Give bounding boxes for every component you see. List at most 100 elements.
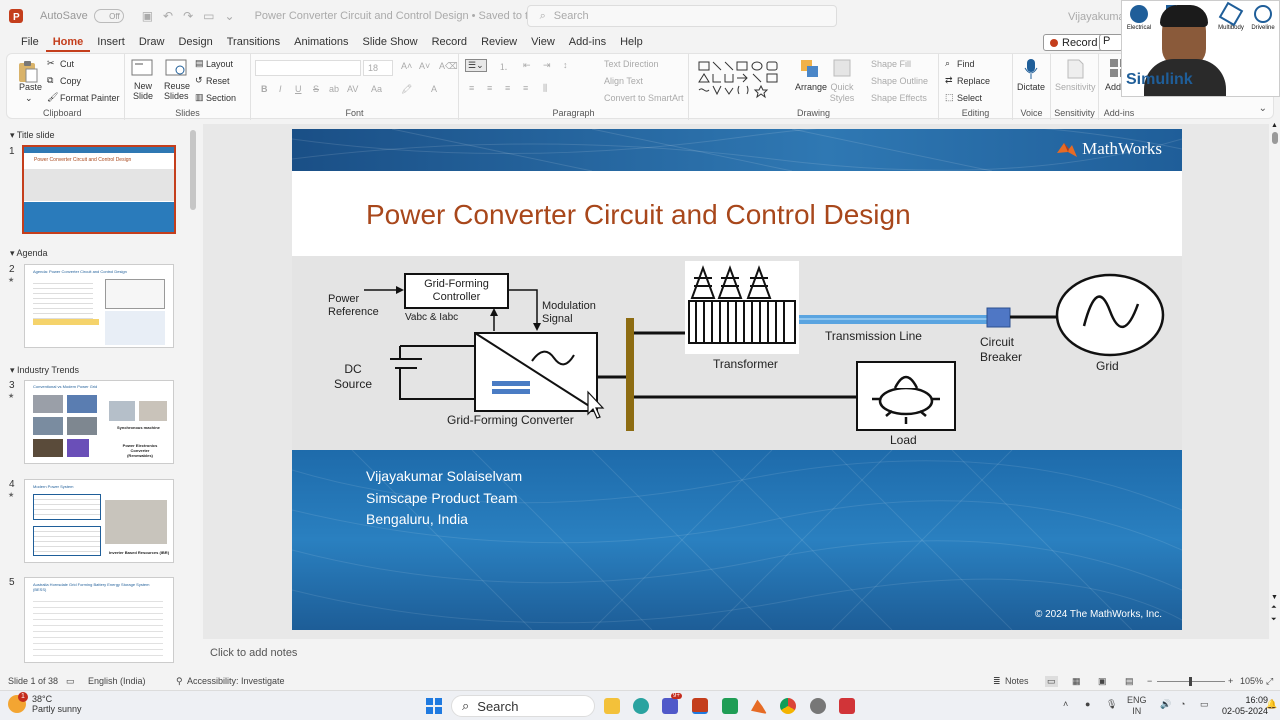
redo-icon[interactable]: ↷	[183, 9, 193, 23]
taskbar-search[interactable]: ⌕ Search	[451, 695, 595, 717]
zoom-out-icon[interactable]: −	[1147, 676, 1152, 686]
show-hidden-icons[interactable]: ˄	[1063, 699, 1068, 709]
tab-file[interactable]: File	[14, 32, 46, 52]
file-explorer-icon[interactable]	[604, 698, 620, 714]
reuse-slides-icon[interactable]	[165, 58, 187, 78]
paste-dropdown-icon[interactable]: ⌄	[25, 93, 33, 104]
new-slide-button[interactable]: New Slide	[132, 81, 154, 101]
bullets-icon[interactable]: ☰⌄	[465, 59, 487, 72]
tab-record[interactable]: Record	[425, 32, 474, 52]
arrange-button[interactable]: Arrange	[795, 82, 827, 92]
replace-button[interactable]: Replace	[957, 76, 990, 86]
power-converter-diagram[interactable]: Power Reference Grid-Forming Controller …	[292, 256, 1182, 450]
section-header-title-slide[interactable]: ▾ Title slide	[10, 130, 55, 141]
font-color-icon[interactable]: A	[431, 84, 437, 94]
section-header-industry-trends[interactable]: ▾ Industry Trends	[10, 365, 79, 376]
current-slide[interactable]: MathWorks Power Converter Circuit and Co…	[292, 129, 1182, 630]
highlight-icon[interactable]: 🖍	[401, 84, 412, 95]
convert-smartart-button[interactable]: Convert to SmartArt	[604, 93, 684, 103]
start-from-beginning-icon[interactable]: ▭	[203, 9, 214, 23]
fit-slide-icon[interactable]: ⤢	[1266, 676, 1273, 687]
italic-icon[interactable]: I	[279, 84, 282, 94]
collapse-ribbon-icon[interactable]: ⌄	[1259, 103, 1267, 114]
zoom-in-icon[interactable]: +	[1228, 676, 1233, 686]
excel-like-icon[interactable]	[722, 698, 738, 714]
underline-icon[interactable]: U	[295, 84, 302, 94]
search-box[interactable]: ⌕ Search	[526, 5, 837, 27]
decrease-indent-icon[interactable]: ⇤	[523, 60, 531, 71]
section-header-agenda[interactable]: ▾ Agenda	[10, 248, 48, 259]
copy-button[interactable]: Copy	[60, 76, 81, 86]
slide-sorter-icon[interactable]: ▦	[1072, 676, 1081, 687]
numbering-icon[interactable]: ⒈	[499, 60, 508, 73]
change-case-icon[interactable]: Aa	[371, 84, 382, 94]
zoom-slider-thumb[interactable]	[1189, 677, 1192, 686]
customize-qat-icon[interactable]: ⌄	[225, 9, 235, 23]
increase-indent-icon[interactable]: ⇥	[543, 60, 551, 71]
language-indicator[interactable]: English (India)	[88, 676, 146, 686]
presenter-team[interactable]: Simscape Product Team	[366, 490, 517, 506]
slide-thumbnail-2[interactable]: Agenda: Power Converter Circuit and Cont…	[24, 264, 174, 348]
arrange-icon[interactable]	[799, 58, 821, 80]
cut-button[interactable]: Cut	[60, 59, 74, 69]
slide-thumbnail-5[interactable]: Australia Hornsdale Grid Forming Battery…	[24, 577, 174, 663]
tab-insert[interactable]: Insert	[90, 32, 132, 52]
layout-button[interactable]: Layout	[206, 59, 233, 69]
tab-design[interactable]: Design	[171, 32, 219, 52]
font-name-box[interactable]	[255, 60, 361, 76]
quick-styles-icon[interactable]	[832, 58, 852, 78]
reuse-slides-button[interactable]: Reuse Slides	[164, 81, 190, 101]
tab-draw[interactable]: Draw	[132, 32, 172, 52]
scroll-up-icon[interactable]: ▲	[1271, 122, 1278, 129]
previous-slide-icon[interactable]: ⏶	[1271, 604, 1277, 612]
shadow-icon[interactable]: ab	[329, 84, 339, 94]
reading-view-icon[interactable]: ▣	[1098, 676, 1107, 687]
paste-icon[interactable]	[17, 60, 39, 84]
next-slide-icon[interactable]: ⏷	[1271, 616, 1277, 624]
clear-formatting-icon[interactable]: A⌫	[439, 61, 458, 72]
wifi-icon[interactable]: ◔	[1180, 699, 1185, 709]
bold-icon[interactable]: B	[261, 84, 268, 94]
tab-add-ins[interactable]: Add-ins	[562, 32, 613, 52]
text-direction-button[interactable]: Text Direction	[604, 59, 659, 69]
save-icon[interactable]: ▣	[142, 9, 153, 23]
find-button[interactable]: Find	[957, 59, 975, 69]
select-button[interactable]: Select	[957, 93, 982, 103]
slide-thumbnail-3[interactable]: Conventional vs Modern Power Grid Synchr…	[24, 380, 174, 464]
network-app-icon[interactable]: ●	[1085, 699, 1090, 709]
microphone-tray-icon[interactable]: 🎙	[1106, 699, 1117, 710]
settings-gear-icon[interactable]	[810, 698, 826, 714]
scroll-down-icon[interactable]: ▼	[1271, 594, 1278, 601]
align-text-button[interactable]: Align Text	[604, 76, 643, 86]
shape-outline-button[interactable]: Shape Outline	[871, 76, 928, 86]
undo-icon[interactable]: ↶	[163, 9, 173, 23]
microphone-icon[interactable]	[1023, 58, 1039, 80]
tab-slide-show[interactable]: Slide Show	[356, 32, 425, 52]
powerpoint-taskbar-icon[interactable]	[692, 698, 708, 714]
autosave-switch[interactable]: Off	[93, 9, 124, 23]
spelling-icon[interactable]: ▭	[66, 676, 75, 687]
presenter-location[interactable]: Bengaluru, India	[366, 511, 468, 527]
normal-view-icon[interactable]: ▭	[1045, 676, 1058, 687]
zoom-slider[interactable]	[1157, 677, 1225, 686]
shapes-gallery-icon[interactable]	[697, 60, 783, 100]
character-spacing-icon[interactable]: AV	[347, 84, 358, 94]
reset-button[interactable]: Reset	[206, 76, 230, 86]
language-indicator-tray[interactable]: ENG IN	[1127, 695, 1147, 717]
decrease-font-icon[interactable]: A˅	[419, 61, 430, 71]
slide-title[interactable]: Power Converter Circuit and Control Desi…	[366, 199, 911, 231]
sensitivity-button[interactable]: Sensitivity	[1055, 82, 1096, 92]
notes-toggle[interactable]: Notes	[1005, 676, 1029, 686]
app-icon[interactable]	[839, 698, 855, 714]
windows-start-icon[interactable]	[426, 698, 442, 714]
justify-icon[interactable]: ≡	[523, 83, 528, 93]
columns-icon[interactable]: ⫼	[543, 83, 547, 94]
format-painter-button[interactable]: Format Painter	[60, 93, 120, 103]
tab-view[interactable]: View	[524, 32, 562, 52]
section-button[interactable]: Section	[206, 93, 236, 103]
notification-bell-icon[interactable]: 🔔	[1266, 699, 1277, 710]
chrome-icon[interactable]	[780, 698, 796, 714]
tab-home[interactable]: Home	[45, 32, 91, 52]
sensitivity-icon[interactable]	[1065, 58, 1085, 80]
speaker-icon[interactable]: 🔊	[1160, 699, 1171, 710]
